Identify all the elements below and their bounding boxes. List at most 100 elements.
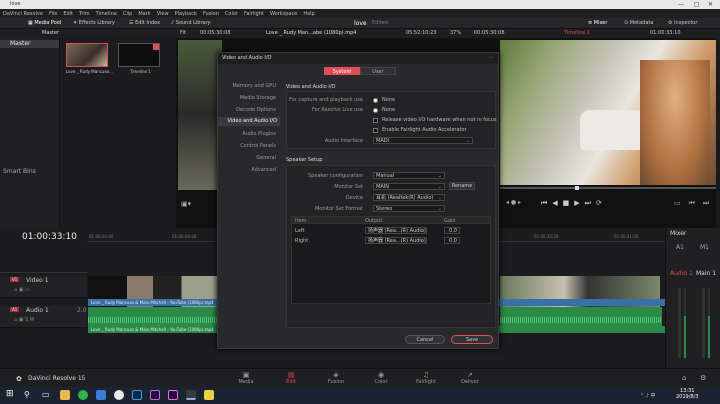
menu-item-trim[interactable]: Trim	[79, 11, 90, 17]
bin-selector[interactable]: Master	[42, 29, 59, 38]
monitor-format-dropdown[interactable]: Stereo ⌄	[373, 205, 445, 212]
page-fairlight[interactable]: ♫ Fairlight	[406, 371, 446, 385]
nav-media-storage[interactable]: Media Storage	[240, 95, 276, 101]
menu-item-fusion[interactable]: Fusion	[203, 11, 219, 17]
release-io-checkbox[interactable]	[373, 118, 378, 123]
row-right-output[interactable]: 扬声器 (Rea...(R) Audio) ⌄	[365, 237, 427, 244]
transport-controls[interactable]: ⏮◀■▶⏭⟳	[541, 199, 607, 208]
mixer-button[interactable]: ≡ Mixer	[584, 18, 611, 29]
premiere-icon[interactable]	[168, 390, 178, 400]
page-edit[interactable]: ▤ Edit	[271, 371, 311, 385]
menu-item-help[interactable]: Help	[303, 11, 314, 17]
track-level-audio: 2.0	[77, 307, 87, 314]
menu-item-mark[interactable]: Mark	[138, 11, 150, 17]
search-icon[interactable]: ⚲	[24, 390, 30, 399]
notes-icon[interactable]	[204, 390, 214, 400]
timeline-selector[interactable]: Timeline 1	[564, 29, 590, 38]
fader-a1[interactable]	[678, 288, 681, 358]
dialog-title: Video and Audio I/O	[218, 53, 498, 64]
timeline-thumbnail[interactable]	[118, 43, 160, 67]
col-gain: Gain	[444, 218, 456, 224]
task-view-icon[interactable]: ▭	[42, 390, 50, 399]
clock[interactable]: 13:31 2019/8/3	[676, 388, 698, 400]
track-controls-video[interactable]: ⌂ ▣ ▭	[14, 287, 30, 293]
wechat-icon[interactable]	[78, 390, 88, 400]
windows-start-icon[interactable]: ⊞	[6, 389, 14, 399]
minimize-icon[interactable]: —	[678, 0, 684, 9]
clip-thumbnail[interactable]	[66, 43, 108, 67]
menu-item-playback[interactable]: Playback	[175, 11, 197, 17]
nav-general[interactable]: General	[256, 155, 276, 161]
audio-interface-dropdown[interactable]: MADI ⌄	[373, 137, 473, 144]
menu-item-edit[interactable]: Edit	[63, 11, 73, 17]
chrome-icon[interactable]	[114, 390, 124, 400]
home-icon[interactable]: ⌂	[682, 374, 686, 382]
track-controls-audio[interactable]: ⌂ ▣ S M	[14, 317, 34, 323]
bin-list: Master Smart Bins	[0, 38, 60, 228]
bin-master[interactable]: Master	[0, 40, 59, 48]
tab-user[interactable]: User	[360, 67, 396, 75]
fit-selector[interactable]: Fit	[180, 29, 186, 38]
row-left-output[interactable]: 扬声器 (Rea...(R) Audio) ⌄	[365, 227, 427, 234]
metadata-button[interactable]: ⊙ Metadata	[620, 18, 657, 29]
tab-system[interactable]: System	[324, 67, 360, 75]
monitor-set-dropdown[interactable]: MAIN ⌄	[373, 183, 445, 190]
track-id-a1[interactable]: A1	[10, 307, 20, 312]
edit-index-button[interactable]: ☰ Edit Index	[125, 18, 164, 29]
inspector-button[interactable]: ⚙ Inspector	[664, 18, 701, 29]
dialog-menu-icon[interactable]: ⋯	[488, 54, 494, 61]
nav-advanced[interactable]: Advanced	[251, 167, 276, 173]
nav-audio-plugins[interactable]: Audio Plugins	[242, 131, 276, 137]
menu-item-file[interactable]: File	[49, 11, 57, 17]
menu-item-davinci-resolve[interactable]: DaVinci Resolve	[3, 11, 43, 17]
row-right-gain[interactable]: 0.0	[444, 237, 460, 244]
capture-radio[interactable]	[373, 98, 378, 103]
tray-icons[interactable]: ⌃ ♪ 中	[640, 392, 656, 399]
track-id-v1[interactable]: V1	[10, 277, 20, 282]
save-button[interactable]: Save	[451, 335, 493, 344]
app-blue-icon[interactable]	[96, 390, 106, 400]
timeline-timecode-large: 01:00:33:10	[22, 232, 77, 242]
nav-decode-options[interactable]: Decode Options	[236, 107, 276, 113]
menu-item-clip[interactable]: Clip	[123, 11, 132, 17]
viewer-options-icon[interactable]: ▣▾	[181, 200, 191, 208]
jog-icon[interactable]: ◂ ● ▸	[506, 199, 521, 206]
fader-m1[interactable]	[702, 288, 705, 358]
page-media[interactable]: ▣ Media	[226, 371, 266, 385]
menu-item-timeline[interactable]: Timeline	[96, 11, 117, 17]
menu-item-workspace[interactable]: Workspace	[270, 11, 297, 17]
resolve-live-radio[interactable]	[373, 108, 378, 113]
speaker-config-dropdown[interactable]: Manual ⌄	[373, 172, 445, 179]
nav-memory-gpu[interactable]: Memory and GPU	[233, 83, 276, 89]
menu-item-view[interactable]: View	[157, 11, 169, 17]
fairlight-accel-checkbox[interactable]	[373, 128, 378, 133]
device-dropdown[interactable]: 耳机 (Realtek(R) Audio) ⌄	[373, 194, 445, 201]
davinci-task-icon[interactable]	[186, 390, 196, 400]
cancel-button[interactable]: Cancel	[405, 335, 445, 344]
menu-item-fairlight[interactable]: Fairlight	[244, 11, 264, 17]
page-fusion[interactable]: ◈ Fusion	[316, 371, 356, 385]
nav-control-panels[interactable]: Control Panels	[240, 143, 276, 149]
file-explorer-icon[interactable]	[60, 390, 70, 400]
page-color[interactable]: ◉ Color	[361, 371, 401, 385]
photoshop-icon[interactable]	[132, 390, 142, 400]
page-deliver[interactable]: ➚ Deliver	[450, 371, 490, 385]
track-header-audio: A1 Audio 1 2.0 ⌂ ▣ S M	[0, 306, 87, 328]
nav-video-audio-io[interactable]: Video and Audio I/O	[218, 117, 280, 126]
row-left-gain[interactable]: 0.0	[444, 227, 460, 234]
menu-item-color[interactable]: Color	[225, 11, 238, 17]
settings-gear-icon[interactable]: ⚙	[700, 374, 706, 382]
record-scrubber[interactable]	[500, 186, 716, 190]
sound-library-button[interactable]: ♪ Sound Library	[167, 18, 215, 29]
effects-library-button[interactable]: ✦ Effects Library	[69, 18, 119, 29]
rename-button[interactable]: Rename	[449, 182, 475, 190]
media-pool-button[interactable]: ▦ Media Pool	[24, 18, 65, 29]
close-icon[interactable]: ✕	[708, 0, 713, 9]
maximize-icon[interactable]: □	[694, 0, 700, 9]
after-effects-icon[interactable]	[150, 390, 160, 400]
mixer-bus-main1: Main 1	[696, 270, 717, 277]
row-left-item: Left	[295, 228, 305, 234]
viewer-right-icons[interactable]: ▭⏮⏭	[674, 199, 717, 208]
mixer-bus-audio1: Audio 1	[670, 270, 693, 277]
zoom-selector[interactable]: 37%	[450, 29, 461, 38]
